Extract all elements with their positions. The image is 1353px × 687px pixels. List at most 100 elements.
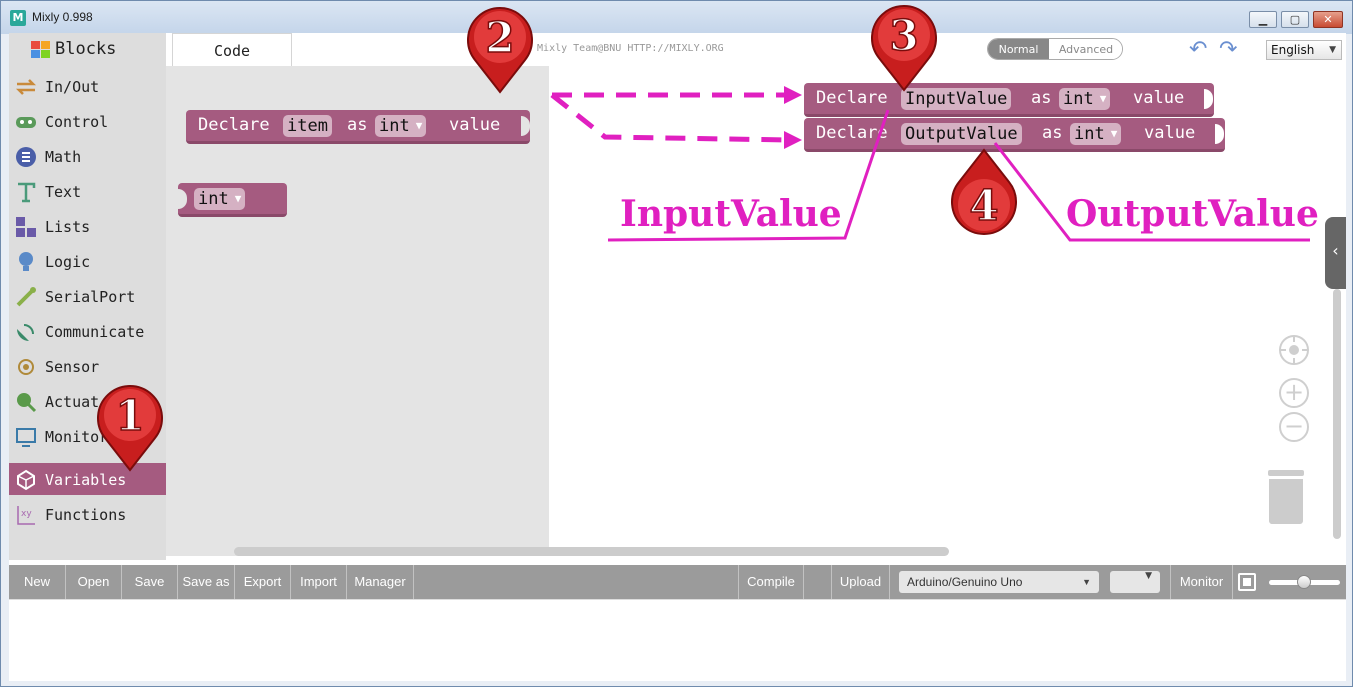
workspace-declare-input-block[interactable]: Declare InputValue as int ▼ value xyxy=(804,83,1214,117)
block-text-declare: Declare xyxy=(816,123,888,143)
sidebar-item-control[interactable]: Control xyxy=(9,105,166,137)
minimize-button[interactable]: ▁ xyxy=(1249,11,1277,28)
vertical-scrollbar[interactable] xyxy=(1333,289,1341,539)
sidebar-item-functions[interactable]: xy Functions xyxy=(9,498,166,530)
mode-normal-button[interactable]: Normal xyxy=(988,39,1049,59)
sidebar-item-sensor[interactable]: Sensor xyxy=(9,350,166,382)
variable-name-field[interactable]: OutputValue xyxy=(901,123,1022,145)
dropdown-arrow-icon: ▼ xyxy=(1099,92,1107,105)
sidebar-item-label: Sensor xyxy=(45,358,100,376)
dropdown-arrow-icon: ▼ xyxy=(1110,127,1118,140)
marker-number: 1 xyxy=(115,391,144,440)
bottom-toolbar: New Open Save Save as Export Import Mana… xyxy=(9,565,1346,599)
category-sidebar: In/Out Control Math Text Lists Logic Ser… xyxy=(9,66,166,560)
mode-advanced-button[interactable]: Advanced xyxy=(1049,39,1122,59)
workspace-declare-output-block[interactable]: Declare OutputValue as int ▼ value xyxy=(804,118,1225,152)
in-out-arrows-icon xyxy=(15,79,37,95)
unity-cube-icon xyxy=(17,469,35,491)
manager-button[interactable]: Manager xyxy=(347,565,414,599)
redo-icon[interactable]: ↷ xyxy=(1219,37,1237,62)
export-button[interactable]: Export xyxy=(235,565,291,599)
variable-name-field[interactable]: item xyxy=(283,115,332,137)
horizontal-scrollbar[interactable] xyxy=(234,547,949,556)
board-select[interactable]: Arduino/Genuino Uno ▼ xyxy=(899,571,1099,593)
block-text-value: value xyxy=(449,115,501,135)
close-button[interactable]: ✕ xyxy=(1313,11,1343,28)
block-output-notch xyxy=(178,189,187,209)
slider-knob[interactable] xyxy=(1297,575,1311,589)
marker-number: 3 xyxy=(889,11,918,60)
annotation-label-input: InputValue xyxy=(620,193,842,235)
save-button[interactable]: Save xyxy=(122,565,178,599)
header-strip xyxy=(166,33,1346,67)
sidebar-item-logic[interactable]: Logic xyxy=(9,245,166,277)
sidebar-item-text[interactable]: Text xyxy=(9,175,166,207)
sidebar-item-label: Lists xyxy=(45,218,91,236)
zoom-in-icon[interactable]: + xyxy=(1279,378,1309,408)
sidebar-item-math[interactable]: Math xyxy=(9,140,166,172)
new-button[interactable]: New xyxy=(9,565,66,599)
block-input-notch xyxy=(521,116,530,136)
zoom-out-icon[interactable]: − xyxy=(1279,412,1309,442)
font-size-slider[interactable] xyxy=(1269,575,1340,589)
sidebar-item-label: Control xyxy=(45,113,109,131)
upload-button[interactable]: Upload xyxy=(832,565,890,599)
block-text-as: as xyxy=(347,115,368,135)
maximize-button[interactable]: ▢ xyxy=(1281,11,1309,28)
chip-icon[interactable] xyxy=(1238,573,1256,591)
type-dropdown[interactable]: int ▼ xyxy=(194,188,246,210)
function-xy-icon: xy xyxy=(17,506,35,525)
block-input-notch xyxy=(1204,89,1213,109)
flyout-type-block[interactable]: int ▼ xyxy=(178,183,287,217)
compile-button[interactable]: Compile xyxy=(738,565,804,599)
trash-lid xyxy=(1268,470,1304,476)
type-dropdown[interactable]: int ▼ xyxy=(375,115,427,137)
chevron-down-icon: ▼ xyxy=(1082,577,1091,587)
undo-icon[interactable]: ↶ xyxy=(1189,37,1207,62)
sensor-signal-icon xyxy=(18,359,34,375)
marker-pin-2: 2 xyxy=(467,7,533,94)
sidebar-item-label: Math xyxy=(45,148,82,166)
dropdown-arrow-icon: ▼ xyxy=(234,192,242,205)
window-title: Mixly 0.998 xyxy=(32,10,93,24)
open-button[interactable]: Open xyxy=(66,565,122,599)
title-bar: M Mixly 0.998 ▁ ▢ ✕ xyxy=(1,1,1352,34)
lightbulb-icon xyxy=(19,252,33,271)
block-text-value: value xyxy=(1133,88,1185,108)
board-select-value: Arduino/Genuino Uno xyxy=(907,575,1023,589)
import-button[interactable]: Import xyxy=(291,565,347,599)
type-dropdown[interactable]: int ▼ xyxy=(1059,88,1111,110)
marker-pin-4: 4 xyxy=(951,148,1017,235)
chevron-down-icon: ▼ xyxy=(1329,45,1336,55)
app-client: Blocks Code © Mixly Team@BNU HTTP://MIXL… xyxy=(9,33,1346,681)
puzzle-icon xyxy=(31,41,50,58)
dropdown-arrow-icon: ▼ xyxy=(415,119,423,132)
monitor-button[interactable]: Monitor xyxy=(1170,565,1233,599)
tab-code[interactable]: Code xyxy=(172,33,292,66)
tab-blocks[interactable]: Blocks xyxy=(9,33,166,66)
sidebar-item-communicate[interactable]: Communicate xyxy=(9,315,166,347)
block-text-as: as xyxy=(1042,123,1063,143)
flyout-declare-block[interactable]: Declare item as int ▼ value xyxy=(186,110,530,144)
collapse-panel-button[interactable]: ‹ xyxy=(1325,217,1346,289)
port-select[interactable]: ▼ xyxy=(1110,571,1160,593)
type-dropdown-value: int xyxy=(1063,89,1094,109)
trash-icon[interactable] xyxy=(1268,470,1304,526)
sidebar-item-in-out[interactable]: In/Out xyxy=(9,70,166,102)
language-value: English xyxy=(1271,43,1315,57)
chevron-left-icon: ‹ xyxy=(1332,241,1339,260)
type-dropdown[interactable]: int ▼ xyxy=(1070,123,1122,145)
sidebar-item-label: Actuat xyxy=(45,393,100,411)
output-console[interactable] xyxy=(9,599,1346,681)
sidebar-item-lists[interactable]: Lists xyxy=(9,210,166,242)
sidebar-item-label: Communicate xyxy=(45,323,145,341)
language-select[interactable]: English ▼ xyxy=(1266,40,1342,60)
mode-toggle[interactable]: Normal Advanced xyxy=(987,38,1123,60)
satellite-dish-icon xyxy=(17,324,34,341)
recenter-icon[interactable] xyxy=(1279,335,1309,365)
save-as-button[interactable]: Save as xyxy=(178,565,235,599)
sidebar-item-serialport[interactable]: SerialPort xyxy=(9,280,166,312)
mixly-app-icon: M xyxy=(10,10,26,26)
math-sigma-icon xyxy=(16,147,36,167)
marker-pin-3: 3 xyxy=(871,5,937,92)
